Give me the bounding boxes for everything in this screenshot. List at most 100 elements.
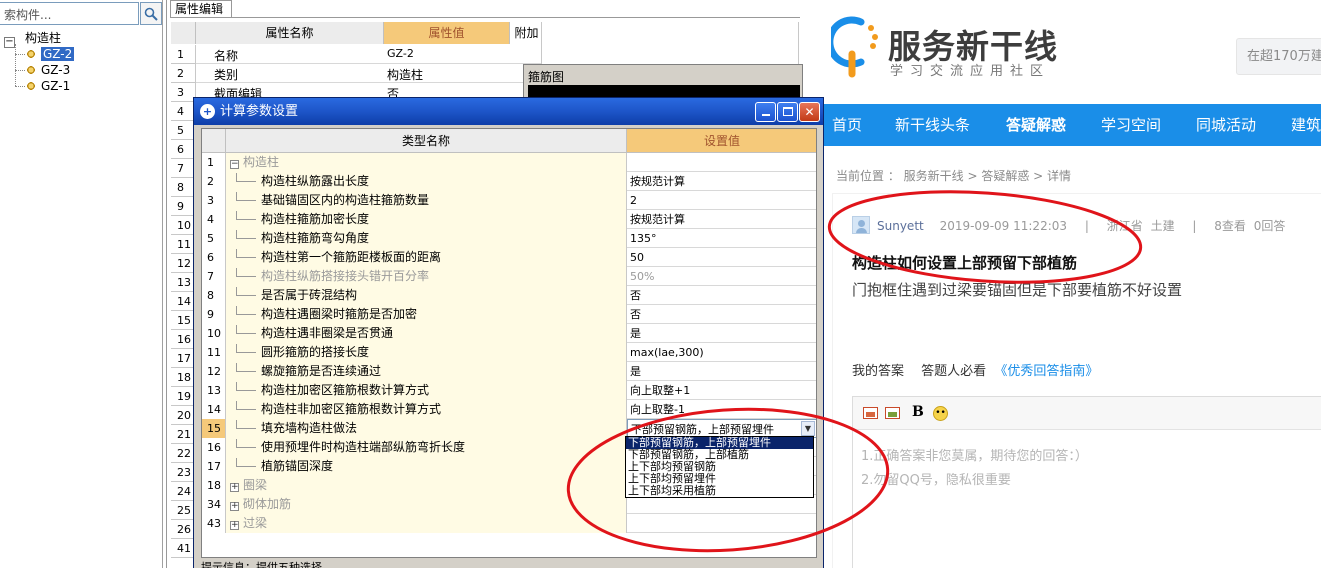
attr-name: 名称	[214, 49, 239, 63]
question-body: 门抱框住遇到过梁要锚固但是下部要植筋不好设置	[852, 281, 1183, 299]
nav-headlines[interactable]: 新干线头条	[895, 104, 970, 146]
site-logo-icon[interactable]	[826, 14, 881, 78]
param-value[interactable]: 50%	[627, 267, 816, 286]
image-icon[interactable]	[863, 407, 878, 419]
param-row[interactable]: 5 构造柱箍筋弯勾角度 135°	[202, 229, 816, 248]
param-label: 螺旋箍筋是否连续通过	[261, 364, 382, 378]
param-row-number: 18	[202, 476, 226, 495]
param-value[interactable]: 按规范计算	[627, 210, 816, 229]
param-label: 构造柱纵筋露出长度	[261, 174, 370, 188]
site-search-input[interactable]: 在超170万建筑	[1236, 38, 1321, 75]
search-button[interactable]	[140, 2, 162, 25]
param-value[interactable]: 是	[627, 362, 816, 381]
component-tree-panel: 索构件... − 构造柱 GZ-2 GZ-3 GZ-1	[0, 0, 163, 568]
tree-root-node[interactable]: − 构造柱	[4, 30, 61, 48]
param-label: 构造柱箍筋加密长度	[261, 212, 370, 226]
param-value[interactable]: 50	[627, 248, 816, 267]
param-group-row[interactable]: 1− 构造柱	[202, 153, 816, 172]
tree-connector	[236, 192, 256, 201]
question-date: 2019-09-09 11:22:03	[939, 219, 1068, 233]
nav-qa[interactable]: 答疑解惑	[1006, 104, 1066, 146]
tree-connector	[236, 344, 256, 353]
site-nav: 首页 新干线头条 答疑解惑 学习空间 同城活动 建筑	[824, 104, 1321, 146]
param-label: 构造柱加密区箍筋根数计算方式	[261, 383, 430, 397]
stirrup-diagram-window[interactable]: 箍筋图	[523, 64, 803, 98]
bold-button[interactable]: B	[912, 404, 924, 420]
tree-expand-icon[interactable]: −	[4, 37, 15, 48]
param-value[interactable]	[627, 514, 816, 533]
param-row[interactable]: 4 构造柱箍筋加密长度 按规范计算	[202, 210, 816, 229]
meta-separator: |	[1084, 219, 1089, 233]
dialog-title-bar[interactable]: + 计算参数设置 ✕	[194, 98, 823, 125]
param-row[interactable]: 7 构造柱纵筋搭接接头错开百分率 50%	[202, 267, 816, 286]
tree-item[interactable]: GZ-1	[25, 78, 70, 94]
param-value[interactable]: 2	[627, 191, 816, 210]
question-author[interactable]: Sunyett	[877, 219, 924, 233]
avatar[interactable]	[852, 216, 870, 234]
attr-value[interactable]: 否	[387, 85, 399, 97]
attr-col-name: 属性名称	[196, 22, 384, 44]
tree-connector	[236, 173, 256, 182]
param-value[interactable]: 向上取整+1	[627, 381, 816, 400]
upload-image-icon[interactable]	[885, 407, 900, 419]
param-row[interactable]: 2 构造柱纵筋露出长度 按规范计算	[202, 172, 816, 191]
attr-row[interactable]: 类别 构造柱	[196, 64, 541, 83]
expand-icon[interactable]: +	[230, 483, 239, 492]
attr-name: 类别	[214, 68, 239, 82]
param-value[interactable]: 按规范计算	[627, 172, 816, 191]
param-value[interactable]: 否	[627, 305, 816, 324]
expand-icon[interactable]: +	[230, 521, 239, 530]
wall-column-method-dropdown[interactable]: 下部预留钢筋，上部预留埋件 下部预留钢筋，上部植筋 上下部均预留钢筋 上下部均预…	[625, 436, 814, 498]
breadcrumb: 当前位置 ： 服务新干线 > 答疑解惑 > 详情	[836, 169, 1071, 183]
dialog-app-icon: +	[200, 104, 215, 119]
param-row[interactable]: 9 构造柱遇圈梁时箍筋是否加密 否	[202, 305, 816, 324]
attr-value[interactable]: 构造柱	[387, 66, 423, 83]
component-search-input[interactable]: 索构件...	[0, 2, 139, 25]
param-name: 构造柱箍筋加密长度	[226, 210, 627, 229]
param-value[interactable]: 135°	[627, 229, 816, 248]
nav-construction[interactable]: 建筑	[1291, 104, 1321, 146]
close-icon: ✕	[804, 105, 815, 119]
dropdown-option[interactable]: 上下部均采用植筋	[626, 485, 813, 497]
param-row[interactable]: 12 螺旋箍筋是否连续通过 是	[202, 362, 816, 381]
param-group-row[interactable]: 43 + 过梁	[202, 514, 816, 533]
collapse-icon[interactable]: −	[230, 160, 239, 169]
param-value[interactable]: max(lae,300)	[627, 343, 816, 362]
param-value[interactable]: 否	[627, 286, 816, 305]
nav-events[interactable]: 同城活动	[1196, 104, 1256, 146]
param-row[interactable]: 6 构造柱第一个箍筋距楼板面的距离 50	[202, 248, 816, 267]
maximize-button[interactable]	[777, 102, 798, 122]
minimize-button[interactable]	[755, 102, 776, 122]
param-row[interactable]: 10 构造柱遇非圈梁是否贯通 是	[202, 324, 816, 343]
param-label: 基础锚固区内的构造柱箍筋数量	[261, 193, 430, 207]
tree-connector	[236, 211, 256, 220]
tab-attribute-edit[interactable]: 属性编辑	[170, 0, 232, 17]
close-button[interactable]: ✕	[799, 102, 820, 122]
tree-connector	[236, 363, 256, 372]
param-value[interactable]: 向上取整-1	[627, 400, 816, 419]
param-group-label: 圈梁	[243, 478, 268, 492]
param-row[interactable]: 11 圆形箍筋的搭接长度 max(lae,300)	[202, 343, 816, 362]
attr-value[interactable]: GZ-2	[387, 47, 414, 60]
question-category[interactable]: 土建	[1151, 219, 1175, 233]
param-value[interactable]	[627, 153, 816, 172]
param-row[interactable]: 14 构造柱非加密区箍筋根数计算方式 向上取整-1	[202, 400, 816, 419]
tree-item[interactable]: GZ-3	[25, 62, 70, 78]
param-name: 构造柱非加密区箍筋根数计算方式	[226, 400, 627, 419]
emoji-icon[interactable]: ••	[933, 406, 948, 421]
expand-icon[interactable]: +	[230, 502, 239, 511]
param-row[interactable]: 13 构造柱加密区箍筋根数计算方式 向上取整+1	[202, 381, 816, 400]
param-row[interactable]: 3 基础锚固区内的构造柱箍筋数量 2	[202, 191, 816, 210]
search-icon	[144, 7, 158, 21]
attr-row[interactable]: 名称 GZ-2	[196, 45, 541, 64]
column-component-icon	[25, 64, 37, 76]
tree-item[interactable]: GZ-2	[25, 46, 75, 62]
attr-row[interactable]: 截面编辑 否	[196, 83, 541, 97]
param-row[interactable]: 8 是否属于砖混结构 否	[202, 286, 816, 305]
param-value[interactable]: 是	[627, 324, 816, 343]
answer-guide-link[interactable]: 《优秀回答指南》	[994, 364, 1098, 379]
tree-connector	[236, 249, 256, 258]
dropdown-arrow-icon[interactable]: ▼	[801, 421, 815, 436]
nav-home[interactable]: 首页	[832, 104, 862, 146]
nav-learning[interactable]: 学习空间	[1101, 104, 1161, 146]
